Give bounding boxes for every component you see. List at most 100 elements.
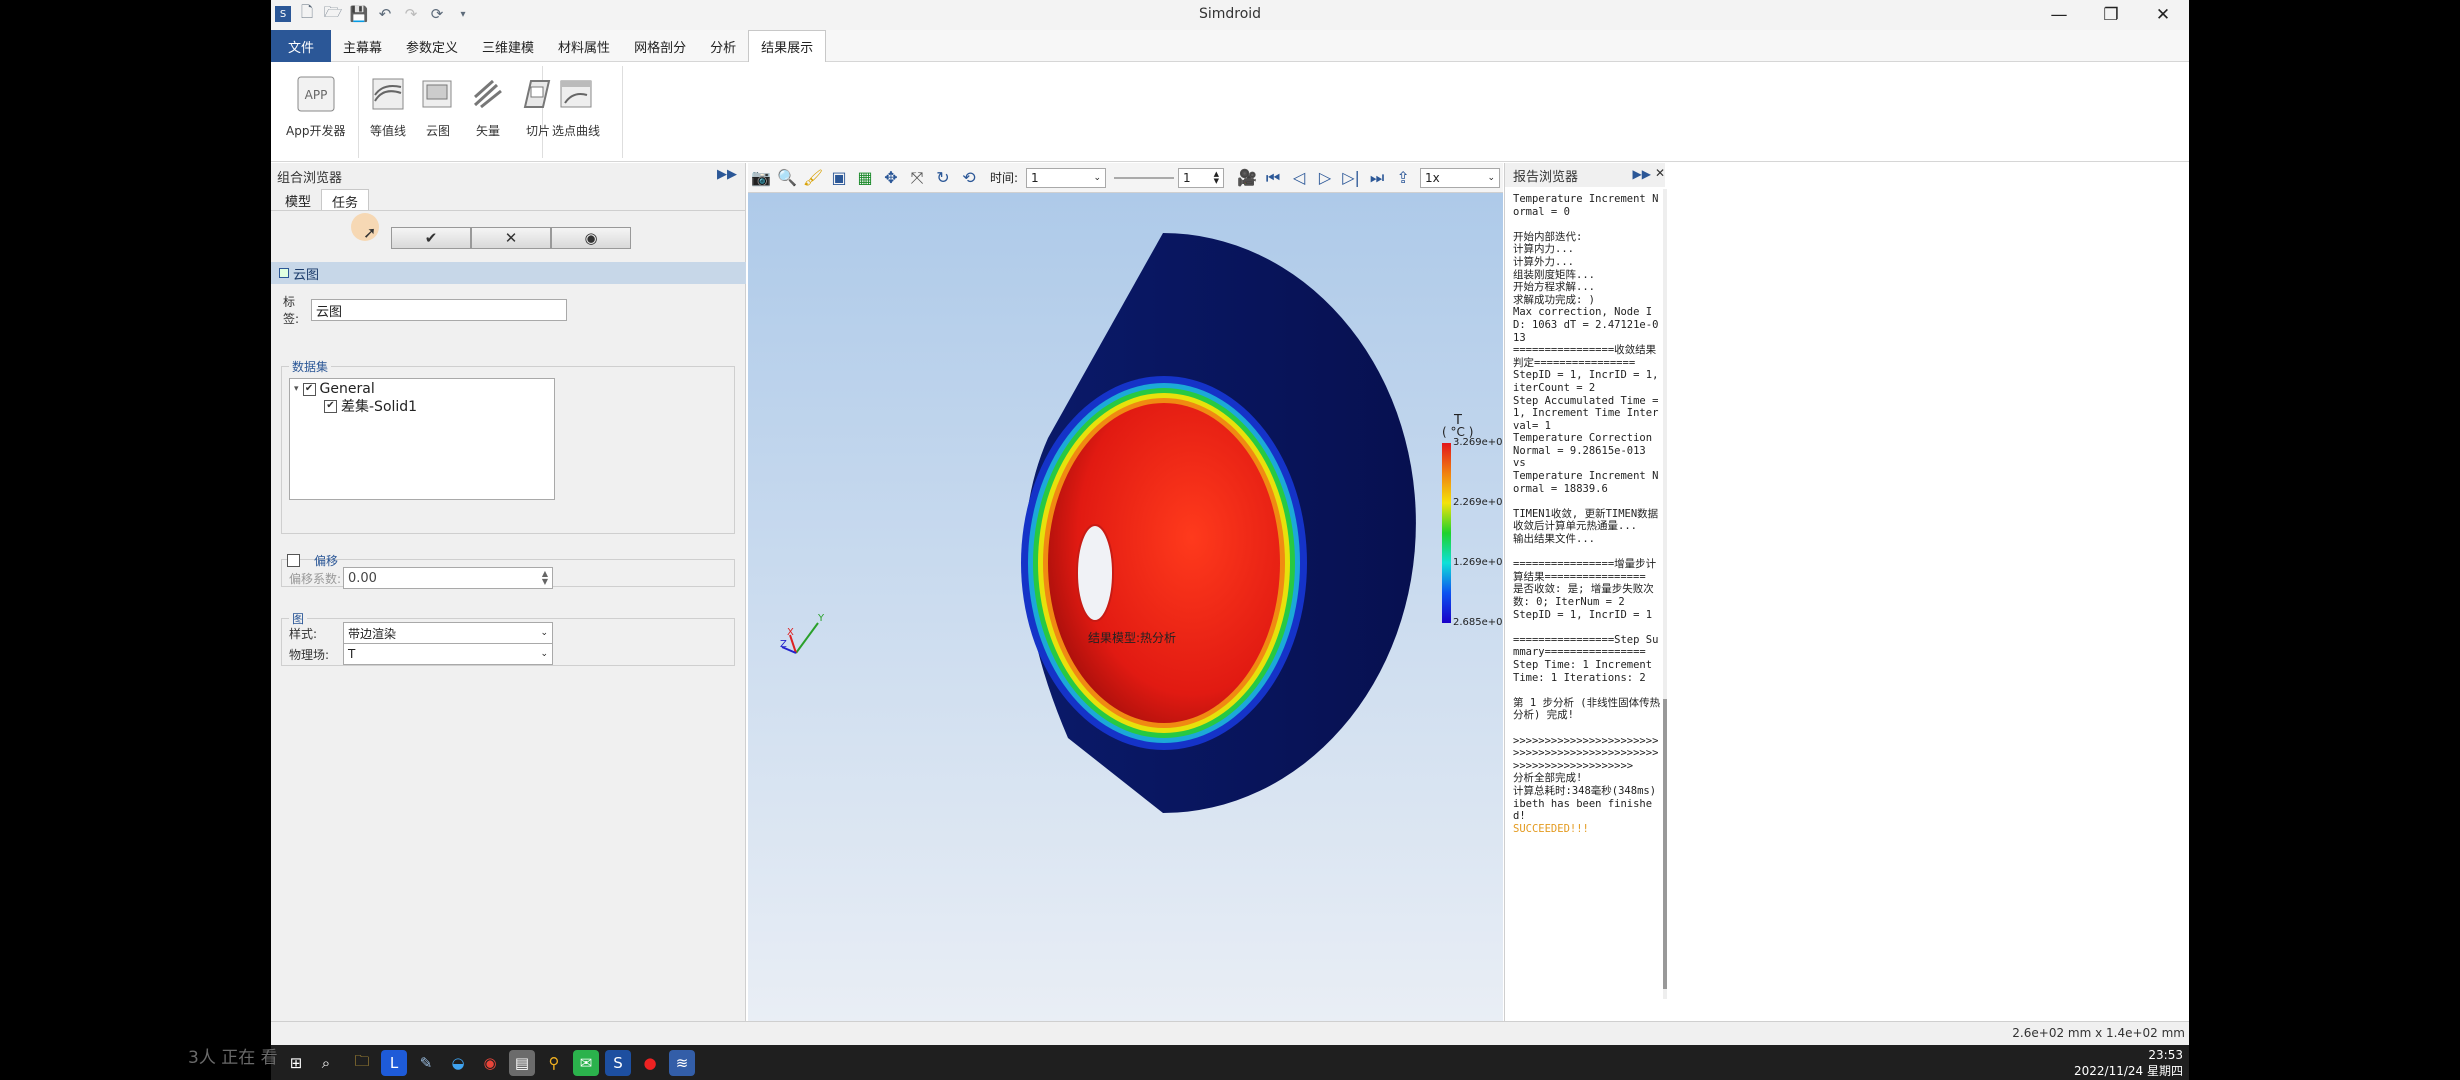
collapse-arrow-icon[interactable]: ▶▶	[717, 167, 737, 182]
log-line: >>>>>>>>>>>>>>>>>>>>>>>>>>>>>>>>>>>>>>>>…	[1513, 734, 1659, 772]
window-title: Simdroid	[1198, 6, 1262, 22]
log-line: 计算内力...	[1513, 243, 1574, 256]
chevron-down-icon: ⌄	[1093, 172, 1102, 183]
tree-item-general[interactable]: ▾ ✔ General	[294, 381, 375, 397]
tab-task[interactable]: 任务	[321, 189, 370, 211]
system-clock[interactable]: 23:53 2022/11/24 星期四	[2074, 1047, 2183, 1079]
zoom-icon[interactable]: 🔍	[776, 167, 798, 189]
time-select[interactable]: 1 ⌄	[1026, 167, 1107, 188]
thermal-result-model: Y X Z	[780, 233, 1416, 813]
fit-view-icon[interactable]: ✥	[880, 167, 902, 189]
style-select[interactable]: 带边渲染 ⌄	[343, 622, 553, 644]
confirm-button[interactable]: ✔	[391, 227, 471, 249]
section-icon	[279, 268, 289, 278]
app-l-icon[interactable]: L	[381, 1050, 407, 1076]
axes-icon[interactable]: ⤧	[906, 167, 928, 189]
export-icon[interactable]: ⇪	[1392, 167, 1414, 189]
reset-view-icon[interactable]: ⟲	[958, 167, 980, 189]
dataset-group-title: 数据集	[289, 358, 332, 375]
collapse-arrow-icon[interactable]: ▶▶	[1633, 167, 1651, 181]
physics-field-select[interactable]: T ⌄	[343, 643, 553, 665]
scrollbar-thumb[interactable]	[1663, 699, 1667, 989]
point-curve-icon	[556, 74, 596, 114]
search-tool-icon[interactable]: ⚲	[541, 1050, 567, 1076]
chrome-browser-icon[interactable]: ◉	[477, 1050, 503, 1076]
edge-browser-icon[interactable]: ◒	[445, 1050, 471, 1076]
tree-item-solid[interactable]: ✔ 差集-Solid1	[324, 396, 417, 416]
viewport-caption: 结果模型:热分析	[1088, 631, 1177, 645]
tab-file[interactable]: 文件	[271, 30, 331, 62]
point-curve-button[interactable]: 选点曲线	[547, 66, 605, 158]
active-app-icon[interactable]: ≋	[669, 1050, 695, 1076]
wechat-icon[interactable]: ✉	[573, 1050, 599, 1076]
next-frame-icon[interactable]: ▷|	[1340, 167, 1362, 189]
app-developer-button[interactable]: APP App开发器	[281, 66, 350, 158]
time-slider[interactable]	[1114, 176, 1175, 179]
minimize-button[interactable]: —	[2033, 0, 2085, 30]
brush-icon[interactable]: 🖌	[802, 167, 824, 189]
collapse-chevron-icon[interactable]: ▾	[294, 384, 299, 394]
screenshot-icon[interactable]: 📷	[750, 167, 772, 189]
tab-main[interactable]: 主幕幕	[331, 30, 394, 62]
render-mode-icon[interactable]: ▦	[854, 167, 876, 189]
record-icon[interactable]: ●	[637, 1050, 663, 1076]
legend-color-bar	[1442, 443, 1451, 623]
model-dimensions: 2.6e+02 mm x 1.4e+02 mm	[2012, 1026, 2185, 1040]
log-line: 开始内部迭代:	[1513, 230, 1583, 243]
log-line: 分析全部完成!	[1513, 772, 1583, 785]
play-icon[interactable]: ▷	[1314, 167, 1336, 189]
contour-line-button[interactable]: 等值线	[363, 66, 413, 158]
3d-viewport[interactable]: Y X Z T ( °C ) 3.269e+02 2.269e+02 1.269…	[748, 193, 1503, 1021]
chevron-down-icon: ⌄	[540, 628, 548, 638]
previous-frame-icon[interactable]: ◁	[1288, 167, 1310, 189]
log-line: ================收敛结果判定================	[1513, 344, 1657, 369]
solid-checkbox[interactable]: ✔	[324, 399, 337, 413]
notes-icon[interactable]: ✎	[413, 1050, 439, 1076]
tab-results[interactable]: 结果展示	[748, 30, 827, 63]
offset-factor-input[interactable]: 0.00 ▲ ▼	[343, 567, 553, 589]
first-frame-icon[interactable]: ⏮	[1262, 167, 1284, 189]
view-cube-icon[interactable]: ▣	[828, 167, 850, 189]
triad-x-label: X	[787, 627, 794, 638]
offset-checkbox[interactable]	[287, 554, 300, 567]
spinner-icon: ▲ ▼	[1213, 169, 1220, 185]
tab-model[interactable]: 模型	[275, 189, 321, 210]
tab-parameters[interactable]: 参数定义	[394, 30, 470, 62]
search-icon[interactable]: ⌕	[313, 1050, 339, 1076]
cloud-map-button[interactable]: 云图	[413, 66, 463, 158]
preview-button[interactable]: ◉	[551, 227, 631, 249]
windows-start-icon[interactable]: ⊞	[283, 1050, 309, 1076]
speed-select[interactable]: 1x ⌄	[1420, 167, 1501, 188]
vector-icon	[468, 74, 508, 114]
cloud-map-section-header: 云图	[271, 262, 746, 284]
tab-meshing[interactable]: 网格剖分	[622, 30, 698, 62]
tab-materials[interactable]: 材料属性	[546, 30, 622, 62]
rotate-icon[interactable]: ↻	[932, 167, 954, 189]
label-input[interactable]: 云图	[311, 299, 567, 321]
vector-button[interactable]: 矢量	[463, 66, 513, 158]
maximize-button[interactable]: ❐	[2085, 0, 2137, 30]
report-scrollbar[interactable]	[1663, 189, 1667, 999]
close-icon[interactable]: ✕	[1655, 166, 1665, 180]
cancel-button[interactable]: ✕	[471, 227, 551, 249]
last-frame-icon[interactable]: ⏭	[1366, 167, 1388, 189]
video-record-icon[interactable]: 🎥	[1236, 167, 1258, 189]
file-explorer-icon[interactable]: 🗀	[349, 1050, 375, 1076]
small-end-opening	[1076, 524, 1114, 622]
close-button[interactable]: ✕	[2137, 0, 2189, 30]
time-label: 时间:	[990, 171, 1019, 185]
viewer-count-overlay: 3人 正在 看	[188, 1048, 278, 1068]
step-spinner[interactable]: 1 ▲ ▼	[1178, 167, 1225, 188]
cloud-map-icon	[418, 74, 458, 114]
spinner-icon[interactable]: ▲ ▼	[542, 570, 548, 586]
general-checkbox[interactable]: ✔	[302, 382, 316, 396]
image-viewer-icon[interactable]: ▤	[509, 1050, 535, 1076]
simdroid-taskbar-icon[interactable]: S	[605, 1050, 631, 1076]
tab-analysis[interactable]: 分析	[698, 30, 748, 62]
svg-text:APP: APP	[304, 88, 327, 102]
tab-3d-modeling[interactable]: 三维建模	[470, 30, 546, 62]
